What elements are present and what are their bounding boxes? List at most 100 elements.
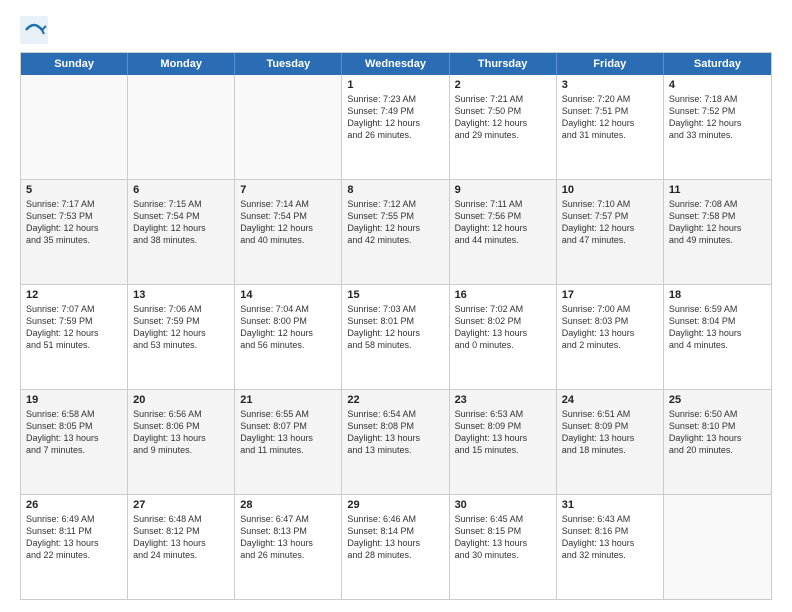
day-number: 31	[562, 499, 658, 511]
calendar-cell-2-3: 7Sunrise: 7:14 AM Sunset: 7:54 PM Daylig…	[235, 180, 342, 284]
cell-info: Sunrise: 6:48 AM Sunset: 8:12 PM Dayligh…	[133, 513, 229, 562]
header	[20, 16, 772, 44]
cell-info: Sunrise: 7:08 AM Sunset: 7:58 PM Dayligh…	[669, 198, 766, 247]
header-day-thursday: Thursday	[450, 53, 557, 75]
calendar-cell-2-7: 11 Sunrise: 7:08 AM Sunset: 7:58 PM Dayli…	[664, 180, 771, 284]
calendar-cell-3-2: 13 Sunrise: 7:06 AM Sunset: 7:59 PM Dayli…	[128, 285, 235, 389]
cell-info: Sunrise: 6:49 AM Sunset: 8:11 PM Dayligh…	[26, 513, 122, 562]
day-number: 4	[669, 79, 766, 91]
header-day-tuesday: Tuesday	[235, 53, 342, 75]
cell-info: Sunrise: 7:17 AM Sunset: 7:53 PM Dayligh…	[26, 198, 122, 247]
cell-info: Sunrise: 7:10 AM Sunset: 7:57 PM Dayligh…	[562, 198, 658, 247]
logo	[20, 16, 52, 44]
calendar-cell-1-5: 2Sunrise: 7:21 AM Sunset: 7:50 PM Daylig…	[450, 75, 557, 179]
calendar-cell-1-6: 3 Sunrise: 7:20 AM Sunset: 7:51 PM Daylig…	[557, 75, 664, 179]
calendar: SundayMondayTuesdayWednesdayThursdayFrid…	[20, 52, 772, 600]
day-number: 7	[240, 184, 336, 196]
calendar-cell-5-5: 30Sunrise: 6:45 AM Sunset: 8:15 PM Dayli…	[450, 495, 557, 599]
calendar-cell-1-4: 1 Sunrise: 7:23 AM Sunset: 7:49 PM Daylig…	[342, 75, 449, 179]
day-number: 12	[26, 289, 122, 301]
header-day-saturday: Saturday	[664, 53, 771, 75]
cell-info: Sunrise: 7:11 AM Sunset: 7:56 PM Dayligh…	[455, 198, 551, 247]
day-number: 22	[347, 394, 443, 406]
calendar-cell-1-1	[21, 75, 128, 179]
cell-info: Sunrise: 6:51 AM Sunset: 8:09 PM Dayligh…	[562, 408, 658, 457]
cell-info: Sunrise: 6:50 AM Sunset: 8:10 PM Dayligh…	[669, 408, 766, 457]
calendar-cell-1-3	[235, 75, 342, 179]
day-number: 20	[133, 394, 229, 406]
cell-info: Sunrise: 7:07 AM Sunset: 7:59 PM Dayligh…	[26, 303, 122, 352]
day-number: 14	[240, 289, 336, 301]
calendar-body: 1 Sunrise: 7:23 AM Sunset: 7:49 PM Daylig…	[21, 75, 771, 599]
cell-info: Sunrise: 6:53 AM Sunset: 8:09 PM Dayligh…	[455, 408, 551, 457]
cell-info: Sunrise: 6:43 AM Sunset: 8:16 PM Dayligh…	[562, 513, 658, 562]
header-day-sunday: Sunday	[21, 53, 128, 75]
cell-info: Sunrise: 6:56 AM Sunset: 8:06 PM Dayligh…	[133, 408, 229, 457]
day-number: 30	[455, 499, 551, 511]
day-number: 5	[26, 184, 122, 196]
header-day-monday: Monday	[128, 53, 235, 75]
day-number: 21	[240, 394, 336, 406]
cell-info: Sunrise: 7:15 AM Sunset: 7:54 PM Dayligh…	[133, 198, 229, 247]
day-number: 28	[240, 499, 336, 511]
calendar-row-5: 26 Sunrise: 6:49 AM Sunset: 8:11 PM Dayli…	[21, 494, 771, 599]
cell-info: Sunrise: 6:54 AM Sunset: 8:08 PM Dayligh…	[347, 408, 443, 457]
day-number: 1	[347, 79, 443, 91]
day-number: 29	[347, 499, 443, 511]
cell-info: Sunrise: 7:23 AM Sunset: 7:49 PM Dayligh…	[347, 93, 443, 142]
calendar-cell-5-4: 29 Sunrise: 6:46 AM Sunset: 8:14 PM Dayli…	[342, 495, 449, 599]
calendar-cell-3-5: 16 Sunrise: 7:02 AM Sunset: 8:02 PM Dayli…	[450, 285, 557, 389]
cell-info: Sunrise: 6:55 AM Sunset: 8:07 PM Dayligh…	[240, 408, 336, 457]
day-number: 3	[562, 79, 658, 91]
calendar-cell-5-6: 31 Sunrise: 6:43 AM Sunset: 8:16 PM Dayli…	[557, 495, 664, 599]
cell-info: Sunrise: 7:00 AM Sunset: 8:03 PM Dayligh…	[562, 303, 658, 352]
day-number: 25	[669, 394, 766, 406]
calendar-row-2: 5 Sunrise: 7:17 AM Sunset: 7:53 PM Daylig…	[21, 179, 771, 284]
calendar-header: SundayMondayTuesdayWednesdayThursdayFrid…	[21, 53, 771, 75]
cell-info: Sunrise: 6:47 AM Sunset: 8:13 PM Dayligh…	[240, 513, 336, 562]
calendar-cell-4-1: 19Sunrise: 6:58 AM Sunset: 8:05 PM Dayli…	[21, 390, 128, 494]
cell-info: Sunrise: 7:03 AM Sunset: 8:01 PM Dayligh…	[347, 303, 443, 352]
day-number: 24	[562, 394, 658, 406]
calendar-cell-3-1: 12 Sunrise: 7:07 AM Sunset: 7:59 PM Dayli…	[21, 285, 128, 389]
calendar-cell-5-7	[664, 495, 771, 599]
cell-info: Sunrise: 7:12 AM Sunset: 7:55 PM Dayligh…	[347, 198, 443, 247]
header-day-wednesday: Wednesday	[342, 53, 449, 75]
day-number: 10	[562, 184, 658, 196]
cell-info: Sunrise: 6:59 AM Sunset: 8:04 PM Dayligh…	[669, 303, 766, 352]
calendar-cell-4-3: 21 Sunrise: 6:55 AM Sunset: 8:07 PM Dayli…	[235, 390, 342, 494]
calendar-cell-4-2: 20 Sunrise: 6:56 AM Sunset: 8:06 PM Dayli…	[128, 390, 235, 494]
cell-info: Sunrise: 7:18 AM Sunset: 7:52 PM Dayligh…	[669, 93, 766, 142]
calendar-cell-2-1: 5 Sunrise: 7:17 AM Sunset: 7:53 PM Daylig…	[21, 180, 128, 284]
day-number: 26	[26, 499, 122, 511]
cell-info: Sunrise: 7:20 AM Sunset: 7:51 PM Dayligh…	[562, 93, 658, 142]
calendar-row-3: 12 Sunrise: 7:07 AM Sunset: 7:59 PM Dayli…	[21, 284, 771, 389]
day-number: 8	[347, 184, 443, 196]
cell-info: Sunrise: 6:46 AM Sunset: 8:14 PM Dayligh…	[347, 513, 443, 562]
calendar-cell-4-7: 25 Sunrise: 6:50 AM Sunset: 8:10 PM Dayli…	[664, 390, 771, 494]
calendar-cell-2-4: 8 Sunrise: 7:12 AM Sunset: 7:55 PM Daylig…	[342, 180, 449, 284]
calendar-cell-1-2	[128, 75, 235, 179]
day-number: 23	[455, 394, 551, 406]
day-number: 16	[455, 289, 551, 301]
calendar-cell-2-5: 9 Sunrise: 7:11 AM Sunset: 7:56 PM Daylig…	[450, 180, 557, 284]
calendar-row-4: 19Sunrise: 6:58 AM Sunset: 8:05 PM Dayli…	[21, 389, 771, 494]
cell-info: Sunrise: 6:58 AM Sunset: 8:05 PM Dayligh…	[26, 408, 122, 457]
cell-info: Sunrise: 7:06 AM Sunset: 7:59 PM Dayligh…	[133, 303, 229, 352]
cell-info: Sunrise: 7:02 AM Sunset: 8:02 PM Dayligh…	[455, 303, 551, 352]
calendar-cell-3-6: 17Sunrise: 7:00 AM Sunset: 8:03 PM Dayli…	[557, 285, 664, 389]
calendar-cell-5-1: 26 Sunrise: 6:49 AM Sunset: 8:11 PM Dayli…	[21, 495, 128, 599]
calendar-cell-1-7: 4 Sunrise: 7:18 AM Sunset: 7:52 PM Daylig…	[664, 75, 771, 179]
calendar-cell-4-4: 22 Sunrise: 6:54 AM Sunset: 8:08 PM Dayli…	[342, 390, 449, 494]
calendar-cell-2-2: 6 Sunrise: 7:15 AM Sunset: 7:54 PM Daylig…	[128, 180, 235, 284]
day-number: 13	[133, 289, 229, 301]
day-number: 9	[455, 184, 551, 196]
logo-icon	[20, 16, 48, 44]
day-number: 6	[133, 184, 229, 196]
day-number: 11	[669, 184, 766, 196]
day-number: 15	[347, 289, 443, 301]
calendar-cell-3-3: 14Sunrise: 7:04 AM Sunset: 8:00 PM Dayli…	[235, 285, 342, 389]
calendar-cell-5-3: 28 Sunrise: 6:47 AM Sunset: 8:13 PM Dayli…	[235, 495, 342, 599]
calendar-cell-5-2: 27Sunrise: 6:48 AM Sunset: 8:12 PM Dayli…	[128, 495, 235, 599]
cell-info: Sunrise: 7:21 AM Sunset: 7:50 PM Dayligh…	[455, 93, 551, 142]
